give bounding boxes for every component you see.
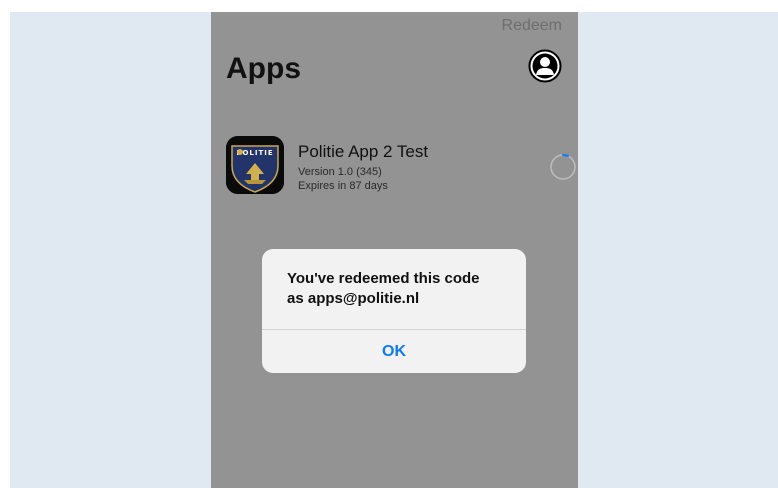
alert-message-line1: You've redeemed this code (287, 270, 480, 287)
politie-logo-icon: POLITIE (226, 136, 284, 194)
alert-message-prefix: as (287, 290, 308, 307)
person-circle-icon[interactable] (528, 49, 562, 83)
ok-button[interactable]: OK (262, 330, 526, 373)
app-version: Version 1.0 (345) (298, 166, 382, 178)
redeem-button[interactable]: Redeem (502, 17, 562, 35)
app-name: Politie App 2 Test (298, 142, 429, 161)
alert-message: You've redeemed this code as apps@politi… (287, 269, 512, 309)
alert-email: apps@politie.nl (307, 290, 420, 307)
app-expiry: Expires in 87 days (298, 180, 388, 192)
page-title: Apps (226, 52, 301, 85)
phone-screen: Redeem Apps POLITIE Politie App 2 Test V… (211, 12, 578, 488)
redeem-alert-dialog: You've redeemed this code as apps@politi… (262, 249, 526, 373)
loading-spinner-icon (550, 154, 576, 180)
app-list-item[interactable]: POLITIE Politie App 2 Test Version 1.0 (… (226, 136, 576, 200)
